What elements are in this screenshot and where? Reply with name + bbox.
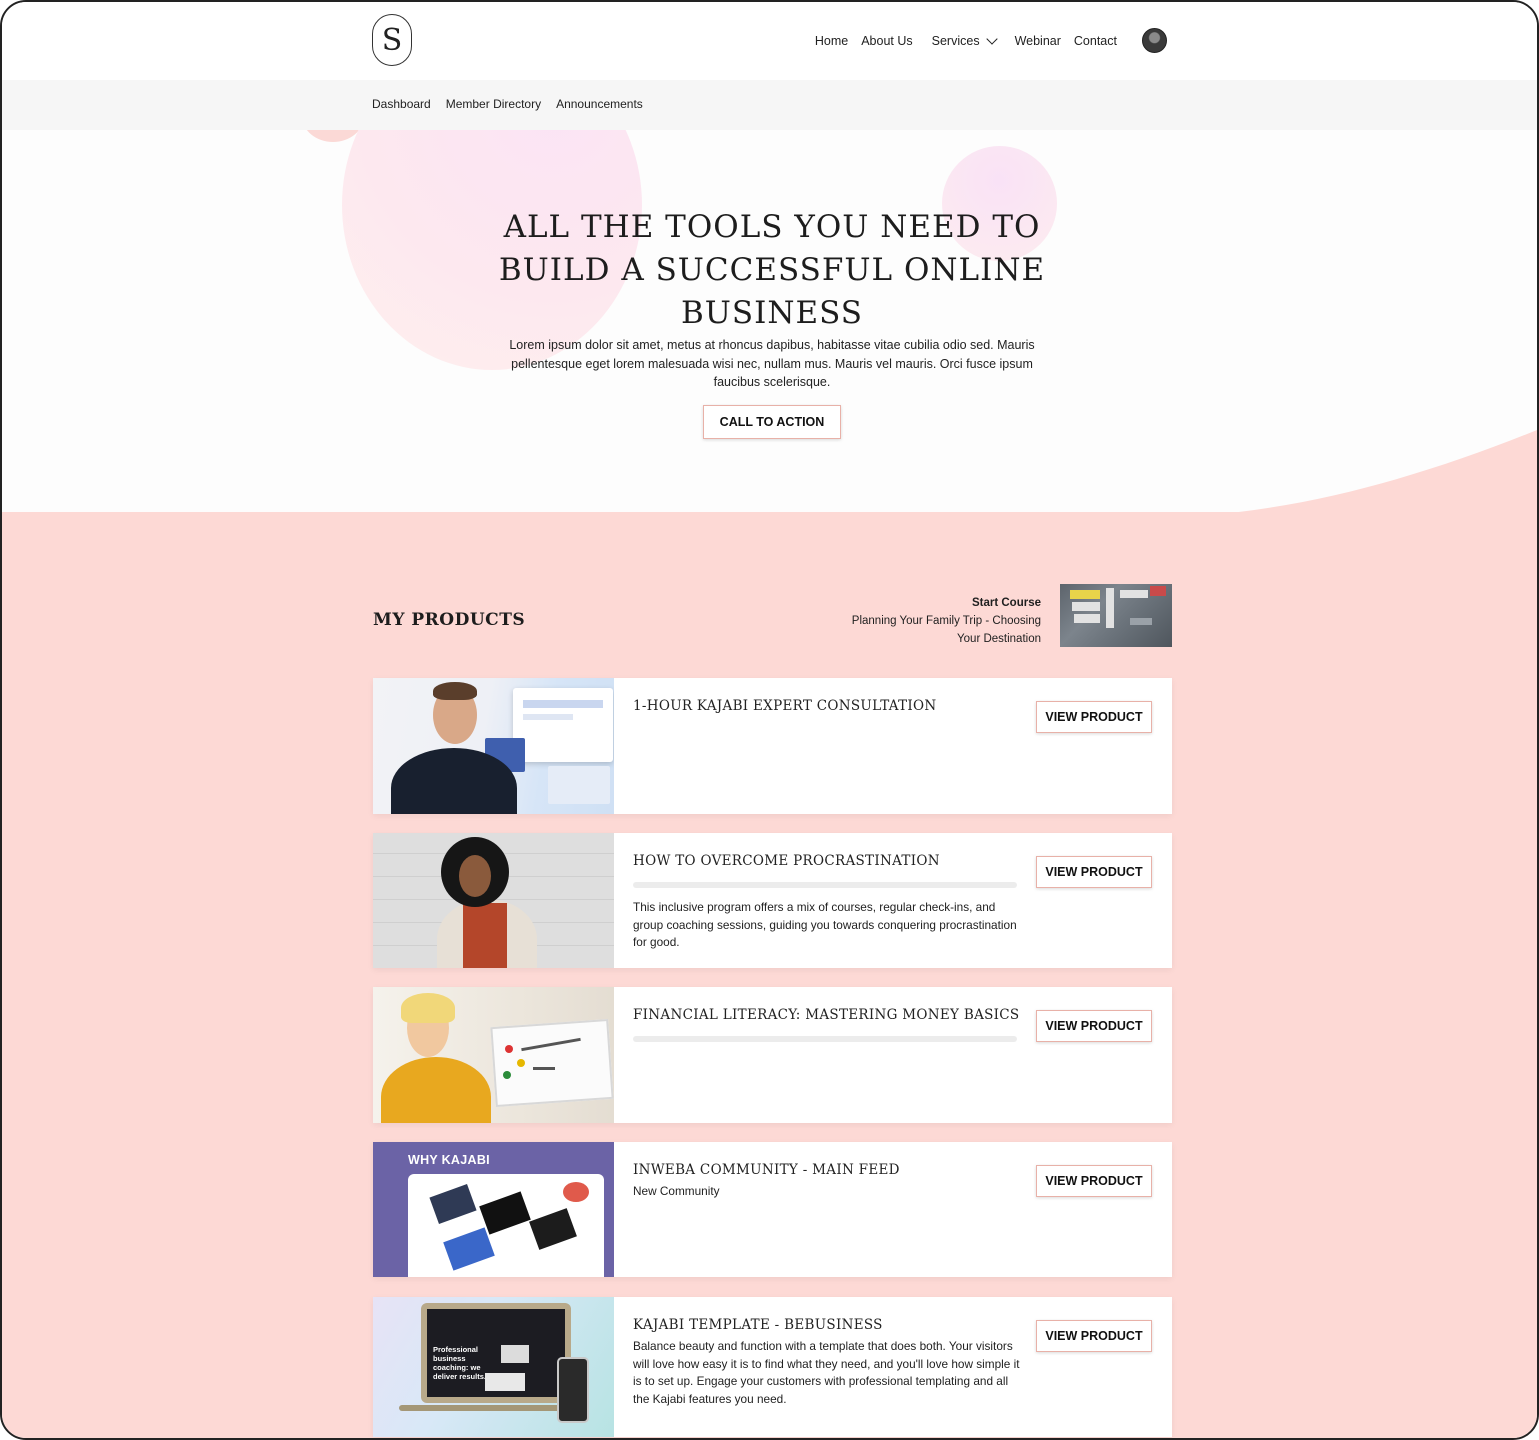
progress-bar (633, 882, 1017, 888)
subnav-member-directory-link[interactable]: Member Directory (446, 97, 541, 111)
products-title: MY PRODUCTS (373, 610, 526, 630)
product-card: Professional business coaching: we deliv… (373, 1297, 1172, 1437)
product-title[interactable]: 1-HOUR KAJABI EXPERT CONSULTATION (633, 698, 1033, 714)
view-product-button[interactable]: VIEW PRODUCT (1036, 856, 1152, 888)
view-product-button[interactable]: VIEW PRODUCT (1036, 1165, 1152, 1197)
product-thumbnail[interactable] (373, 833, 614, 968)
product-thumbnail[interactable] (373, 678, 614, 814)
product-card: FINANCIAL LITERACY: MASTERING MONEY BASI… (373, 987, 1172, 1123)
product-thumbnail[interactable]: WHY KAJABI (373, 1142, 614, 1277)
product-card: 1-HOUR KAJABI EXPERT CONSULTATION VIEW P… (373, 678, 1172, 814)
product-title[interactable]: INWEBA COMMUNITY - MAIN FEED (633, 1162, 1033, 1178)
nav-about-link[interactable]: About Us (861, 34, 912, 48)
product-description: This inclusive program offers a mix of c… (633, 900, 1017, 949)
hero-section: ALL THE TOOLS YOU NEED TO BUILD A SUCCES… (2, 130, 1537, 512)
subnav-dashboard-link[interactable]: Dashboard (372, 97, 431, 111)
product-card: HOW TO OVERCOME PROCRASTINATION This inc… (373, 833, 1172, 968)
nav-services-dropdown[interactable]: Services (932, 32, 998, 48)
resume-label: Start Course (971, 597, 1041, 609)
thumbnail-caption: WHY KAJABI (408, 1153, 490, 1167)
chevron-down-icon[interactable] (985, 32, 998, 45)
product-card: WHY KAJABI INWEBA COMMUNITY - MAIN FEED … (373, 1142, 1172, 1277)
main-nav: Home About Us Services Webinar Contact (815, 28, 1167, 53)
product-title[interactable]: KAJABI TEMPLATE - BEBUSINESS (633, 1317, 1033, 1333)
progress-bar (633, 1036, 1017, 1042)
product-thumbnail[interactable] (373, 987, 614, 1123)
hero-description: Lorem ipsum dolor sit amet, metus at rho… (509, 338, 1035, 389)
nav-home-link[interactable]: Home (815, 34, 848, 48)
subnav-announcements-link[interactable]: Announcements (556, 97, 643, 111)
site-header: S Home About Us Services Webinar Contact (2, 2, 1537, 80)
product-title[interactable]: HOW TO OVERCOME PROCRASTINATION (633, 853, 1033, 869)
nav-services-label[interactable]: Services (932, 34, 980, 48)
product-description: Balance beauty and function with a templ… (633, 1339, 1020, 1406)
product-title[interactable]: FINANCIAL LITERACY: MASTERING MONEY BASI… (633, 1007, 1033, 1023)
view-product-button[interactable]: VIEW PRODUCT (1036, 701, 1152, 733)
logo-icon[interactable]: S (372, 14, 412, 66)
page-frame: S Home About Us Services Webinar Contact… (0, 0, 1539, 1440)
resume-thumbnail[interactable] (1060, 584, 1172, 647)
view-product-button[interactable]: VIEW PRODUCT (1036, 1320, 1152, 1352)
view-product-button[interactable]: VIEW PRODUCT (1036, 1010, 1152, 1042)
product-thumbnail[interactable]: Professional business coaching: we deliv… (373, 1297, 614, 1437)
nav-contact-link[interactable]: Contact (1074, 34, 1117, 48)
resume-course[interactable]: Start Course Planning Your Family Trip -… (841, 594, 1041, 648)
call-to-action-button[interactable]: CALL TO ACTION (703, 405, 841, 439)
resume-lesson-title[interactable]: Planning Your Family Trip - Choosing You… (841, 612, 1041, 648)
products-section: MY PRODUCTS Start Course Planning Your F… (2, 512, 1537, 1438)
nav-webinar-link[interactable]: Webinar (1015, 34, 1061, 48)
hero-title: ALL THE TOOLS YOU NEED TO BUILD A SUCCES… (498, 209, 1046, 331)
member-subnav: Dashboard Member Directory Announcements (2, 80, 1537, 130)
avatar-icon[interactable] (1142, 28, 1167, 53)
product-description: New Community (633, 1184, 720, 1198)
